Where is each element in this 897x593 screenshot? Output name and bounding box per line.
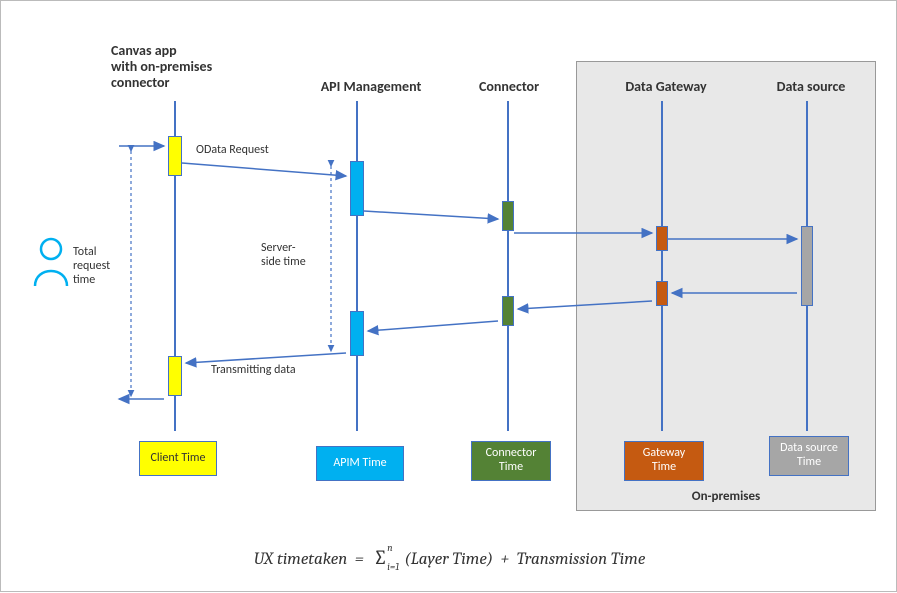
lifeline-connector [507,101,509,431]
legend-apim: APIM Time [316,446,404,481]
act-apim-req [350,161,364,216]
legend-client: Client Time [139,441,217,476]
act-connector-res [502,296,514,326]
formula-lhs: UX timetaken [254,550,348,569]
act-apim-res [350,311,364,356]
label-total-request: Totalrequesttime [73,246,128,287]
formula-plus: + [501,550,510,569]
act-client-req [168,136,182,176]
label-transmitting: Transmitting data [211,364,331,378]
formula-sup: n [387,542,392,554]
formula: UX timetaken = ∑ n i=1 (Layer Time) + Tr… [1,546,897,569]
label-server-side: Server-side time [261,242,321,270]
act-connector-req [502,201,514,231]
user-icon [31,236,71,291]
formula-term2: Transmission Time [517,550,646,569]
legend-connector: ConnectorTime [471,441,551,481]
header-canvas: Canvas appwith on-premisesconnector [111,43,251,91]
header-datasource: Data source [761,79,861,95]
act-gateway-res [656,281,668,306]
formula-term1: (Layer Time) [404,550,493,569]
header-apim: API Management [301,79,441,95]
formula-eq: = [355,550,364,569]
legend-gateway: GatewayTime [624,441,704,481]
lifeline-gateway [661,101,663,431]
lifeline-apim [356,101,358,431]
onprem-label: On-premises [576,489,876,504]
act-datasource [801,226,813,306]
label-odata: OData Request [196,144,296,158]
header-connector: Connector [459,79,559,95]
diagram-frame: On-premises Canvas appwith on-premisesco… [0,0,897,592]
formula-sub: i=1 [387,561,399,573]
act-gateway-req [656,226,668,251]
legend-datasource: Data sourceTime [769,436,849,476]
header-gateway: Data Gateway [611,79,721,95]
act-client-res [168,356,182,396]
sigma-icon: ∑ n i=1 [373,546,387,569]
